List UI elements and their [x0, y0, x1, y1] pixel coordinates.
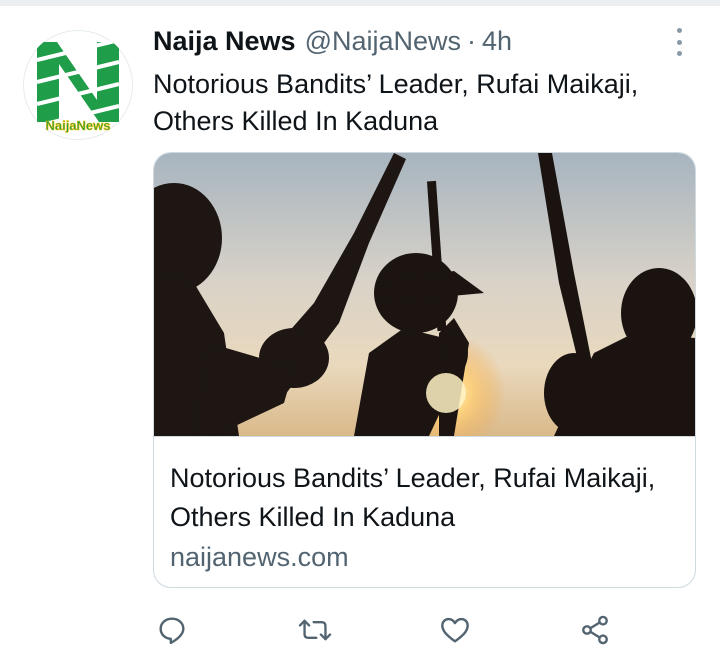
like-button[interactable] — [435, 610, 475, 650]
separator-dot: · — [467, 26, 477, 56]
reply-button[interactable] — [152, 610, 192, 650]
card-image[interactable] — [154, 153, 695, 437]
naijanews-logo-icon: NaijaNews — [25, 32, 131, 138]
action-bar — [0, 610, 720, 650]
more-options-icon[interactable] — [671, 28, 687, 56]
tweet-text: Notorious Bandits’ Leader, Rufai Maikaji… — [153, 69, 639, 136]
avatar[interactable]: NaijaNews — [23, 30, 133, 140]
reply-icon — [159, 617, 185, 645]
card-title[interactable]: Notorious Bandits’ Leader, Rufai Maikaji… — [170, 459, 670, 537]
retweet-icon — [298, 619, 332, 641]
author-handle[interactable]: @NaijaNews — [305, 26, 461, 57]
logo-text: NaijaNews — [45, 118, 110, 133]
top-divider — [0, 0, 720, 6]
link-card[interactable]: Notorious Bandits’ Leader, Rufai Maikaji… — [153, 152, 696, 588]
heart-icon — [441, 617, 469, 643]
tweet-time[interactable]: 4h — [482, 26, 512, 57]
card-domain[interactable]: naijanews.com — [170, 539, 679, 575]
retweet-button[interactable] — [295, 610, 335, 650]
share-icon — [582, 615, 608, 645]
tweet-header: Naija News @NaijaNews · 4h — [153, 26, 512, 60]
share-button[interactable] — [575, 610, 615, 650]
author-name[interactable]: Naija News — [153, 26, 296, 57]
